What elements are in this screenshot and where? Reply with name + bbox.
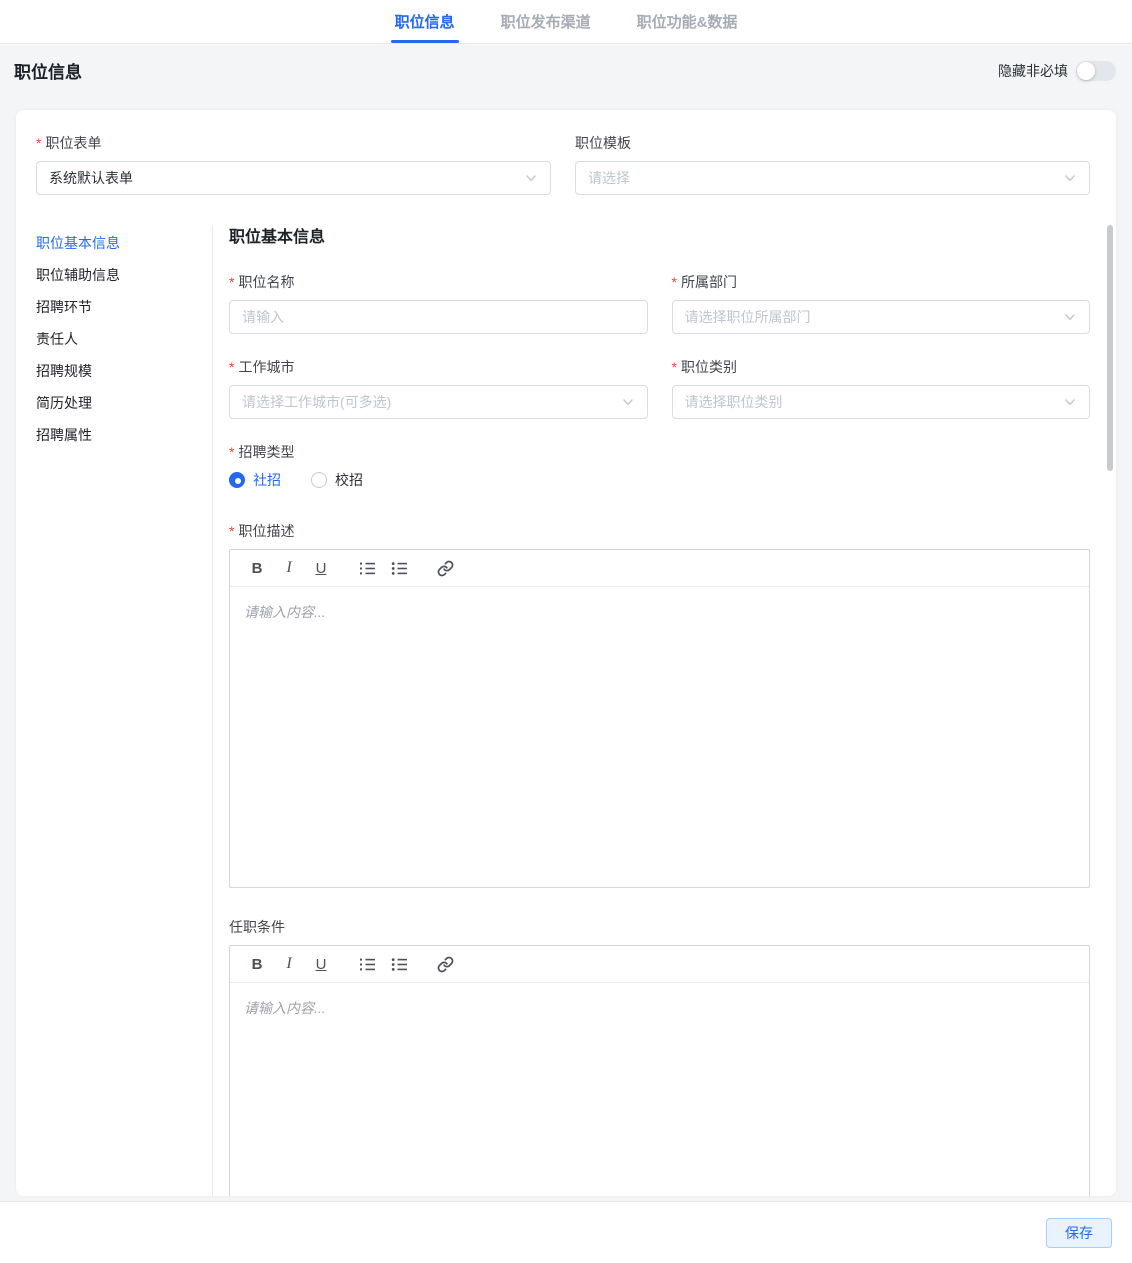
bold-icon[interactable]: B [246,952,268,976]
chevron-down-icon [524,171,538,185]
card-body: 职位基本信息 职位辅助信息 招聘环节 责任人 招聘规模 简历处理 招聘属性 职位… [36,225,1090,1196]
page-title: 职位信息 [14,63,82,82]
work-city-select[interactable]: 请选择工作城市(可多选) [229,385,648,419]
job-form-value: 系统默认表单 [49,170,133,186]
job-name-label: * 职位名称 [229,274,295,290]
radio-social-recruit[interactable]: 社招 [229,470,281,490]
hide-optional-toggle-group: 隐藏非必填 [998,60,1116,81]
radio-label: 社招 [253,472,281,488]
save-button[interactable]: 保存 [1046,1217,1112,1248]
tab-publish-channels[interactable]: 职位发布渠道 [499,0,593,43]
ordered-list-icon[interactable] [356,952,378,976]
top-fields-row: * 职位表单 系统默认表单 职位模板 请选择 [36,134,1090,195]
job-form-field: * 职位表单 系统默认表单 [36,134,551,195]
job-form-label: * 职位表单 [36,135,102,151]
link-icon[interactable] [434,556,456,580]
tab-label: 职位发布渠道 [500,14,591,31]
job-category-field: * 职位类别 请选择职位类别 [671,358,1090,419]
job-category-label: * 职位类别 [671,359,737,375]
job-description-field: * 职位描述 B I U 请输入内容... [229,522,1090,888]
unordered-list-icon[interactable] [388,952,410,976]
job-description-editor: B I U 请输入内容... [229,549,1090,888]
underline-icon[interactable]: U [310,952,332,976]
tab-label: 职位功能&数据 [636,14,738,31]
italic-icon[interactable]: I [278,556,300,580]
radio-campus-recruit[interactable]: 校招 [311,470,363,490]
required-mark: * [36,135,42,151]
nav-item-auxiliary-info[interactable]: 职位辅助信息 [36,259,212,291]
chevron-down-icon [621,395,635,409]
form-pane: 职位基本信息 * 职位名称 * 所属部门 [213,225,1090,1196]
tab-functions-data[interactable]: 职位功能&数据 [635,0,740,43]
vertical-scrollbar[interactable] [1107,225,1113,471]
job-category-placeholder: 请选择职位类别 [684,394,783,410]
hide-optional-label: 隐藏非必填 [998,62,1068,79]
recruit-type-field: * 招聘类型 社招 校招 [229,443,1090,490]
job-requirement-label: 任职条件 [229,919,285,935]
required-mark: * [229,274,235,290]
section-title: 职位基本信息 [229,229,326,246]
radio-label: 校招 [335,472,363,488]
job-requirement-editor: B I U 请输入内容... [229,945,1090,1196]
switch-knob [1077,61,1095,80]
job-info-card: * 职位表单 系统默认表单 职位模板 请选择 职位基本信息 职位辅助信息 招聘环… [16,110,1116,1196]
unordered-list-icon[interactable] [388,556,410,580]
radio-selected-icon [229,472,245,488]
required-mark: * [671,359,677,375]
job-name-field: * 职位名称 [229,273,648,334]
chevron-down-icon [1063,171,1077,185]
recruit-type-options: 社招 校招 [229,470,1090,490]
work-city-label: * 工作城市 [229,359,295,375]
bold-icon[interactable]: B [246,556,268,580]
department-field: * 所属部门 请选择职位所属部门 [671,273,1090,334]
job-description-textarea[interactable]: 请输入内容... [230,587,1089,887]
link-icon[interactable] [434,952,456,976]
tab-job-info[interactable]: 职位信息 [390,0,459,43]
job-description-label: * 职位描述 [229,523,295,539]
work-city-placeholder: 请选择工作城市(可多选) [242,394,392,410]
job-template-select[interactable]: 请选择 [575,161,1090,195]
job-template-placeholder: 请选择 [588,170,630,186]
nav-item-recruit-scale[interactable]: 招聘规模 [36,355,212,387]
required-mark: * [229,359,235,375]
chevron-down-icon [1063,310,1077,324]
hide-optional-switch[interactable] [1076,60,1116,81]
job-template-field: 职位模板 请选择 [575,134,1090,195]
required-mark: * [671,274,677,290]
ordered-list-icon[interactable] [356,556,378,580]
footer-bar: 保存 [0,1201,1132,1263]
nav-item-basic-info[interactable]: 职位基本信息 [36,227,212,259]
page-header: 职位信息 隐藏非必填 [0,44,1132,95]
job-template-label: 职位模板 [575,135,631,151]
job-requirement-textarea[interactable]: 请输入内容... [230,983,1089,1196]
work-city-field: * 工作城市 请选择工作城市(可多选) [229,358,648,419]
nav-item-recruit-stages[interactable]: 招聘环节 [36,291,212,323]
nav-item-recruit-attributes[interactable]: 招聘属性 [36,419,212,451]
italic-icon[interactable]: I [278,952,300,976]
job-category-select[interactable]: 请选择职位类别 [671,385,1090,419]
top-tab-bar: 职位信息 职位发布渠道 职位功能&数据 [0,0,1132,44]
job-form-select[interactable]: 系统默认表单 [36,161,551,195]
job-requirement-field: 任职条件 B I U 请输入内容... [229,918,1090,1196]
tab-label: 职位信息 [394,14,455,31]
department-label: * 所属部门 [671,274,737,290]
nav-item-owner[interactable]: 责任人 [36,323,212,355]
form-row-1: * 职位名称 * 所属部门 请选择职位所属部门 [229,273,1090,334]
job-name-input[interactable] [229,300,648,334]
editor-toolbar: B I U [230,946,1089,983]
department-placeholder: 请选择职位所属部门 [684,309,811,325]
chevron-down-icon [1063,395,1077,409]
department-select[interactable]: 请选择职位所属部门 [671,300,1090,334]
form-row-2: * 工作城市 请选择工作城市(可多选) * 职位类别 请选择职位类别 [229,358,1090,419]
required-mark: * [229,444,235,460]
radio-unselected-icon [311,472,327,488]
recruit-type-label: * 招聘类型 [229,444,295,460]
anchor-nav: 职位基本信息 职位辅助信息 招聘环节 责任人 招聘规模 简历处理 招聘属性 [36,225,213,1196]
nav-item-resume-handling[interactable]: 简历处理 [36,387,212,419]
required-mark: * [229,523,235,539]
editor-toolbar: B I U [230,550,1089,587]
underline-icon[interactable]: U [310,556,332,580]
